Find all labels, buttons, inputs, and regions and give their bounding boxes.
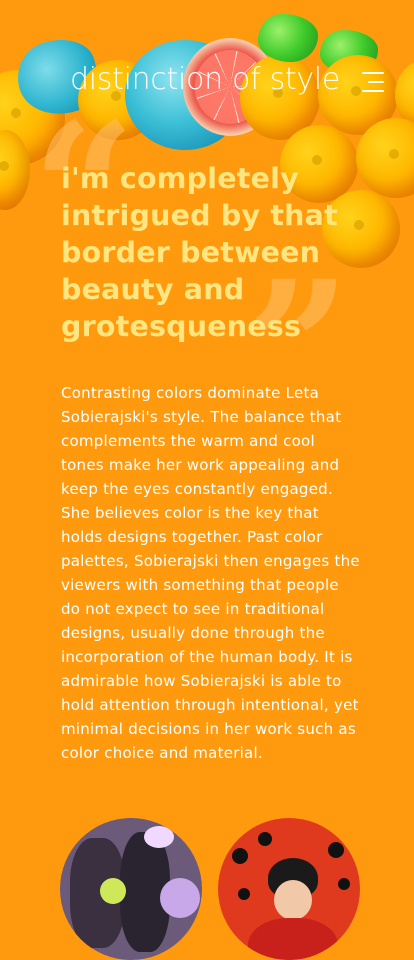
thumbnail-accent	[160, 878, 200, 918]
thumbnail-dot	[258, 832, 272, 846]
hamburger-menu-icon	[362, 72, 384, 74]
thumbnail-accent	[100, 878, 126, 904]
gallery-thumbnail-2[interactable]	[218, 818, 360, 960]
article-body: Contrasting colors dominate Leta Sobiera…	[61, 384, 360, 762]
thumbnail-dot	[328, 842, 344, 858]
green-pepper	[258, 14, 318, 62]
gallery-thumbnail-1[interactable]	[60, 818, 202, 960]
thumbnail-dot	[338, 878, 350, 890]
hamburger-menu-icon-line	[368, 81, 384, 83]
menu-button[interactable]	[356, 68, 388, 96]
hamburger-menu-icon-line	[362, 90, 384, 92]
thumbnail-dot	[232, 848, 248, 864]
thumbnail-face	[274, 880, 312, 920]
thumbnail-figure	[248, 918, 338, 960]
page: distinction of style “ ” i'm completely …	[0, 0, 414, 960]
pull-quote: i'm completely intrigued by that border …	[61, 162, 338, 343]
thumbnail-accent	[144, 826, 174, 848]
thumbnail-dot	[238, 888, 250, 900]
